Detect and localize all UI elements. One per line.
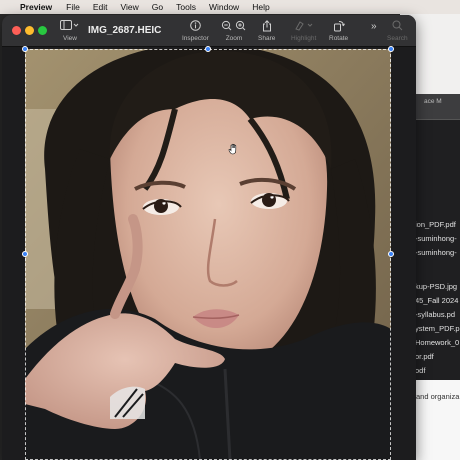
preview-window: View IMG_2687.HEIC Inspector Zoom Share	[2, 15, 416, 460]
sidebar-view-icon	[60, 20, 80, 33]
view-button[interactable]: View	[60, 20, 80, 42]
file-item[interactable]: odf	[415, 366, 425, 375]
zoom-in-icon	[235, 20, 246, 31]
file-item[interactable]: ion_PDF.pdf	[415, 220, 456, 229]
menu-tools[interactable]: Tools	[176, 2, 196, 12]
more-toolbar-button[interactable]: »	[371, 20, 377, 33]
toolbar: View IMG_2687.HEIC Inspector Zoom Share	[2, 15, 416, 47]
file-item[interactable]: Homework_0	[415, 338, 459, 347]
zoom-label: Zoom	[225, 35, 243, 42]
file-item[interactable]: -syllabus.pd	[415, 310, 455, 319]
zoom-control[interactable]: Zoom	[221, 20, 247, 42]
search-button[interactable]: Search	[387, 20, 408, 42]
menu-bar: Preview File Edit View Go Tools Window H…	[0, 0, 460, 14]
view-label: View	[63, 35, 77, 42]
close-button[interactable]	[12, 26, 21, 35]
menu-file[interactable]: File	[66, 2, 80, 12]
zoom-icons	[221, 20, 247, 33]
highlight-button[interactable]: Highlight	[291, 20, 316, 42]
highlighter-icon	[294, 20, 314, 33]
file-item[interactable]: -suminhong-	[415, 234, 457, 243]
menu-edit[interactable]: Edit	[93, 2, 108, 12]
selection-handle[interactable]	[388, 46, 394, 52]
background-header-text: ace M	[424, 98, 442, 105]
inspector-button[interactable]: Inspector	[182, 20, 209, 42]
file-item[interactable]: -suminhong-	[415, 248, 457, 257]
file-item[interactable]: ystem_PDF.p	[415, 324, 460, 333]
file-item[interactable]: 45_Fall 2024	[415, 296, 458, 305]
rotate-icon	[333, 20, 345, 33]
image-canvas[interactable]	[2, 46, 416, 460]
menu-window[interactable]: Window	[209, 2, 239, 12]
selection-handle[interactable]	[388, 251, 394, 257]
selection-handle[interactable]	[205, 46, 211, 52]
chevron-double-right-icon: »	[371, 21, 377, 32]
minimize-button[interactable]	[25, 26, 34, 35]
info-icon	[190, 20, 201, 33]
share-button[interactable]: Share	[258, 20, 275, 42]
menu-view[interactable]: View	[121, 2, 139, 12]
search-label: Search	[387, 35, 408, 42]
inspector-label: Inspector	[182, 35, 209, 42]
selection-handle[interactable]	[22, 251, 28, 257]
menu-help[interactable]: Help	[252, 2, 269, 12]
share-icon	[262, 20, 272, 33]
menu-go[interactable]: Go	[152, 2, 163, 12]
search-icon	[392, 20, 403, 33]
rotate-label: Rotate	[329, 35, 349, 42]
highlight-label: Highlight	[291, 35, 317, 42]
hand-cursor-icon	[228, 143, 240, 158]
window-title: IMG_2687.HEIC	[88, 25, 162, 36]
rotate-button[interactable]: Rotate	[329, 20, 348, 42]
share-label: Share	[258, 35, 276, 42]
background-bottom-text: and organiza	[416, 392, 460, 401]
selection-rectangle[interactable]	[25, 49, 391, 460]
maximize-button[interactable]	[38, 26, 47, 35]
menu-app-name[interactable]: Preview	[20, 2, 52, 12]
zoom-out-icon	[221, 20, 232, 31]
selection-handle[interactable]	[22, 46, 28, 52]
file-item[interactable]: kup-PSD.jpg	[415, 282, 457, 291]
file-item[interactable]: or.pdf	[415, 352, 434, 361]
